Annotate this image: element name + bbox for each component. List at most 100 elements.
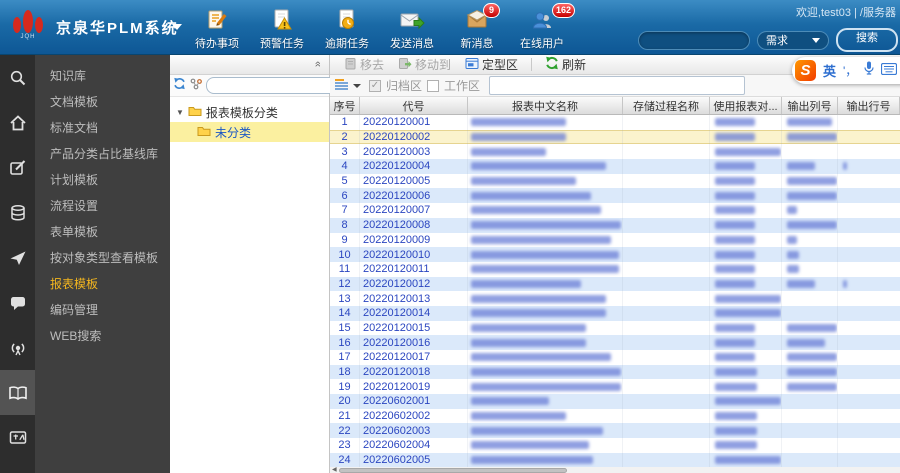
rail-knowledge-search-button[interactable] [0,55,35,100]
new-messages-button[interactable]: 9 新消息 [448,3,506,51]
row-code-link[interactable]: 20220120019 [360,379,468,395]
tree-search-input[interactable] [208,78,344,93]
table-row[interactable]: 15 20220120015 [330,320,900,336]
workspace-checkbox[interactable] [427,79,440,92]
scroll-left-arrow-icon[interactable]: ◀ [332,467,337,473]
row-code-link[interactable]: 20220120002 [360,129,468,145]
row-code-link[interactable]: 20220120014 [360,305,468,321]
column-header[interactable]: 输出列号 [782,97,838,114]
row-code-link[interactable]: 20220602005 [360,452,468,468]
column-header[interactable]: 使用报表对... [710,97,782,114]
row-code-link[interactable]: 20220602003 [360,423,468,439]
list-view-caret-icon[interactable] [353,83,361,88]
table-row[interactable]: 8 20220120008 [330,217,900,233]
menu-item[interactable]: 按对象类型查看模板 [35,245,170,271]
send-message-button[interactable]: 发送消息 [383,6,441,51]
app-menu-caret-icon[interactable] [172,24,182,30]
table-row[interactable]: 20 20220602001 [330,394,900,409]
table-row[interactable]: 9 20220120009 [330,232,900,248]
rail-translate-button[interactable] [0,415,35,460]
row-code-link[interactable]: 20220120018 [360,364,468,380]
menu-item[interactable]: 流程设置 [35,193,170,219]
fixed-area-button[interactable]: 定型区 [459,56,524,73]
rail-send-button[interactable] [0,235,35,280]
column-header[interactable]: 报表中文名称 [468,97,623,114]
table-row[interactable]: 4 20220120004 [330,159,900,174]
global-search-input[interactable] [638,30,750,50]
row-code-link[interactable]: 20220120009 [360,232,468,248]
table-row[interactable]: 7 20220120007 [330,203,900,218]
table-row[interactable]: 17 20220120017 [330,350,900,365]
alert-tasks-button[interactable]: 预警任务 [253,6,311,51]
menu-item[interactable]: 标准文档 [35,115,170,141]
table-row[interactable]: 21 20220602002 [330,408,900,424]
todo-items-button[interactable]: 待办事项 [188,6,246,51]
rail-edit-button[interactable] [0,145,35,190]
row-code-link[interactable]: 20220602004 [360,438,468,453]
table-row[interactable]: 23 20220602004 [330,438,900,453]
row-code-link[interactable]: 20220602002 [360,408,468,424]
table-row[interactable]: 11 20220120011 [330,261,900,277]
row-code-link[interactable]: 20220120013 [360,291,468,306]
table-row[interactable]: 12 20220120012 [330,276,900,292]
search-button[interactable]: 搜索 [836,28,898,52]
tree-refresh-icon[interactable] [173,77,186,95]
rail-report-templates-button[interactable] [0,370,35,415]
rail-database-button[interactable] [0,190,35,235]
row-code-link[interactable]: 20220120001 [360,115,468,130]
row-code-link[interactable]: 20220120011 [360,261,468,277]
row-code-link[interactable]: 20220120016 [360,335,468,350]
row-code-link[interactable]: 20220120007 [360,203,468,218]
table-row[interactable]: 14 20220120014 [330,305,900,321]
ime-language-toggle[interactable]: 英 [823,61,836,80]
table-row[interactable]: 18 20220120018 [330,364,900,380]
menu-item[interactable]: 编码管理 [35,297,170,323]
menu-item[interactable]: 表单模板 [35,219,170,245]
table-row[interactable]: 24 20220602005 [330,452,900,468]
refresh-button[interactable]: 刷新 [539,56,592,73]
sogou-logo-icon[interactable]: S [795,60,816,81]
column-header[interactable]: 存储过程名称 [623,97,710,114]
row-code-link[interactable]: 20220120015 [360,320,468,336]
table-row[interactable]: 19 20220120019 [330,379,900,395]
table-row[interactable]: 3 20220120003 [330,144,900,160]
table-row[interactable]: 1 20220120001 [330,115,900,130]
move-to-button[interactable]: 移动到 [392,56,457,73]
keyboard-icon[interactable] [881,62,898,80]
filter-input[interactable] [489,76,746,95]
microphone-icon[interactable] [864,61,874,80]
tree-node-selected[interactable]: 未分类 [170,122,329,142]
table-row[interactable]: 13 20220120013 [330,291,900,306]
search-category-select[interactable]: 需求 [757,30,829,50]
row-code-link[interactable]: 20220120012 [360,276,468,292]
table-row[interactable]: 22 20220602003 [330,423,900,439]
tree-expand-caret-icon[interactable]: ▼ [176,108,184,117]
row-code-link[interactable]: 20220120005 [360,173,468,189]
rail-home-button[interactable] [0,100,35,145]
table-row[interactable]: 2 20220120002 [330,129,900,145]
row-code-link[interactable]: 20220120008 [360,217,468,233]
menu-item[interactable]: 报表模板 [35,271,170,297]
table-row[interactable]: 6 20220120006 [330,188,900,204]
rail-broadcast-button[interactable] [0,325,35,370]
row-code-link[interactable]: 20220602001 [360,394,468,409]
column-header[interactable]: 代号 [360,97,468,114]
online-users-button[interactable]: 162 在线用户 [513,3,575,51]
overdue-tasks-button[interactable]: 逾期任务 [318,6,376,51]
list-view-icon[interactable] [335,78,348,93]
menu-item[interactable]: WEB搜索 [35,323,170,349]
tree-node-root[interactable]: ▼ 报表模板分类 [170,102,329,122]
table-row[interactable]: 10 20220120010 [330,247,900,262]
row-code-link[interactable]: 20220120004 [360,159,468,174]
row-code-link[interactable]: 20220120006 [360,188,468,204]
menu-item[interactable]: 计划模板 [35,167,170,193]
column-header[interactable]: 输出行号 [838,97,900,114]
horizontal-scrollbar[interactable]: ◀ [330,467,900,473]
row-code-link[interactable]: 20220120003 [360,144,468,160]
collapse-panel-icon[interactable]: » [311,61,325,67]
table-row[interactable]: 16 20220120016 [330,335,900,350]
tree-hierarchy-icon[interactable] [190,77,202,95]
row-code-link[interactable]: 20220120017 [360,350,468,365]
table-row[interactable]: 5 20220120005 [330,173,900,189]
scrollbar-thumb[interactable] [338,467,567,473]
